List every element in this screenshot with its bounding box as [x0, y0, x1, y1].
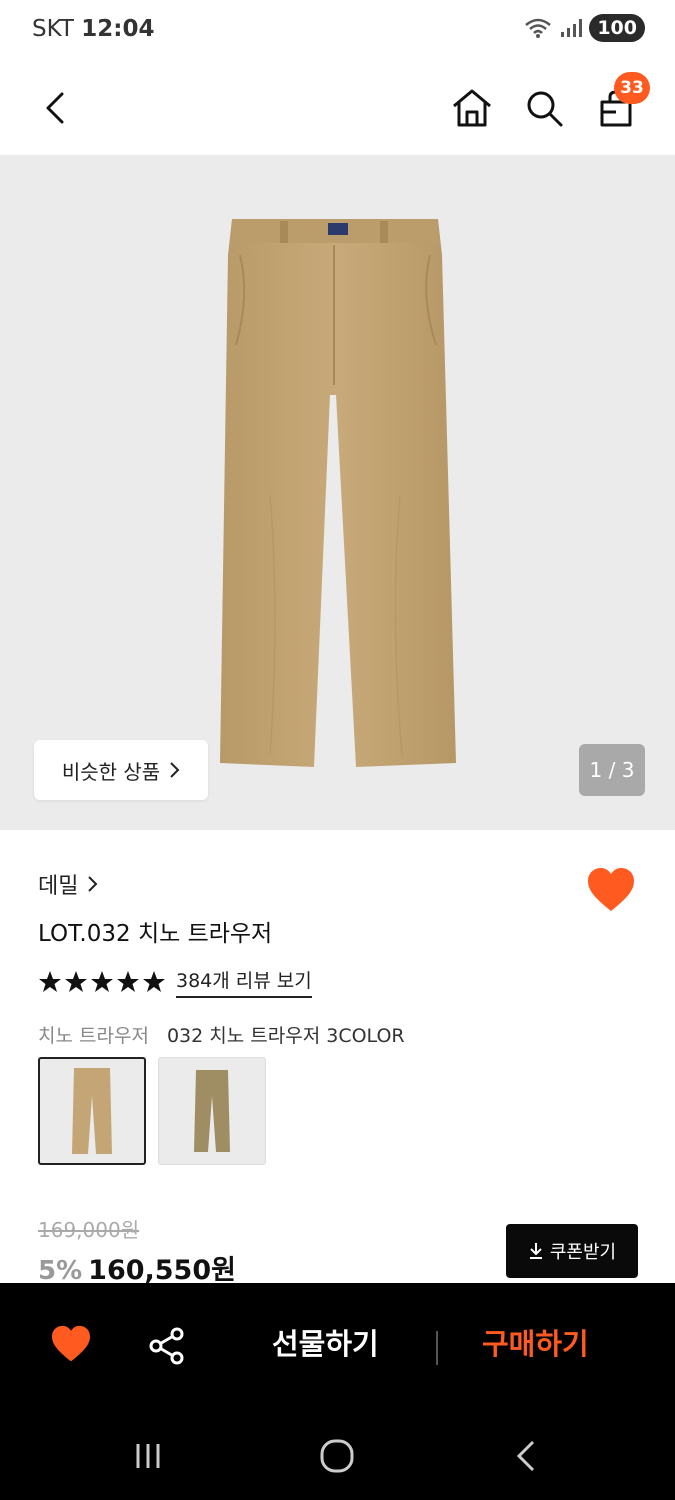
divider [436, 1331, 438, 1365]
status-bar: SKT 12:04 100 [0, 0, 675, 62]
price-row: 5% 160,550원 [38, 1248, 236, 1287]
sale-price: 160,550원 [88, 1255, 236, 1286]
swatch-thumbnail [194, 1070, 230, 1152]
discount-rate: 5% [38, 1256, 83, 1286]
home-button[interactable] [444, 80, 500, 136]
image-page-indicator: 1 / 3 [579, 744, 645, 796]
star-icon [65, 971, 87, 992]
rating-row: 384개 리뷰 보기 [38, 966, 312, 998]
recent-apps-button[interactable] [128, 1436, 168, 1476]
back-button[interactable] [28, 80, 84, 136]
chevron-right-icon [88, 876, 98, 892]
wishlist-heart-icon[interactable] [586, 866, 636, 914]
variant-label: 치노 트라우저 [38, 1025, 149, 1047]
signal-icon [561, 19, 583, 37]
cart-count-badge: 33 [614, 72, 650, 104]
product-title: LOT.032 치노 트라우저 [38, 921, 273, 947]
star-icon [117, 971, 139, 992]
color-swatch-khaki[interactable] [38, 1057, 146, 1165]
variant-name: 032 치노 트라우저 3COLOR [166, 1025, 405, 1047]
chevron-right-icon [170, 762, 180, 778]
cart-button[interactable]: 33 [588, 72, 650, 136]
top-nav: 33 [0, 62, 675, 154]
share-icon[interactable] [148, 1327, 186, 1365]
bottom-action-bar: 선물하기 구매하기 [0, 1283, 675, 1408]
color-swatches [38, 1057, 266, 1165]
system-home-button[interactable] [317, 1436, 357, 1476]
brand-name: 데밀 [38, 874, 79, 899]
swatch-thumbnail [72, 1068, 112, 1154]
brand-link[interactable]: 데밀 [38, 868, 98, 900]
search-icon [527, 91, 563, 127]
status-icons: 100 [523, 14, 645, 42]
similar-products-label: 비슷한 상품 [61, 759, 161, 784]
home-circle-icon [320, 1439, 354, 1473]
coupon-download-button[interactable]: 쿠폰받기 [506, 1224, 638, 1278]
system-back-button[interactable] [507, 1436, 547, 1476]
similar-products-button[interactable]: 비슷한 상품 [34, 740, 208, 800]
search-button[interactable] [516, 80, 572, 136]
original-price: 169,000원 [38, 1218, 140, 1242]
wishlist-heart-icon[interactable] [50, 1325, 92, 1363]
home-icon [453, 89, 491, 127]
coupon-label: 쿠폰받기 [549, 1242, 617, 1263]
gift-button[interactable]: 선물하기 [272, 1321, 379, 1363]
download-icon [529, 1243, 542, 1259]
color-swatch-olive[interactable] [158, 1057, 266, 1165]
product-image-carousel[interactable]: 비슷한 상품 1 / 3 [0, 155, 675, 830]
star-icon [91, 971, 113, 992]
star-icon [143, 971, 165, 992]
clock: 12:04 [81, 16, 155, 42]
product-image [220, 219, 456, 767]
recent-apps-icon [136, 1444, 160, 1468]
chevron-left-icon [46, 92, 64, 124]
reviews-link[interactable]: 384개 리뷰 보기 [176, 966, 312, 998]
star-icon [39, 971, 61, 992]
status-carrier-time: SKT 12:04 [32, 16, 154, 42]
wifi-icon [525, 18, 552, 38]
rating-stars [38, 970, 166, 994]
carrier-label: SKT [32, 16, 74, 42]
battery-indicator: 100 [589, 14, 645, 42]
chevron-left-icon [516, 1440, 535, 1472]
variant-row: 치노 트라우저 032 치노 트라우저 3COLOR [38, 1021, 405, 1048]
system-nav-bar [0, 1408, 675, 1500]
buy-button[interactable]: 구매하기 [482, 1321, 589, 1363]
